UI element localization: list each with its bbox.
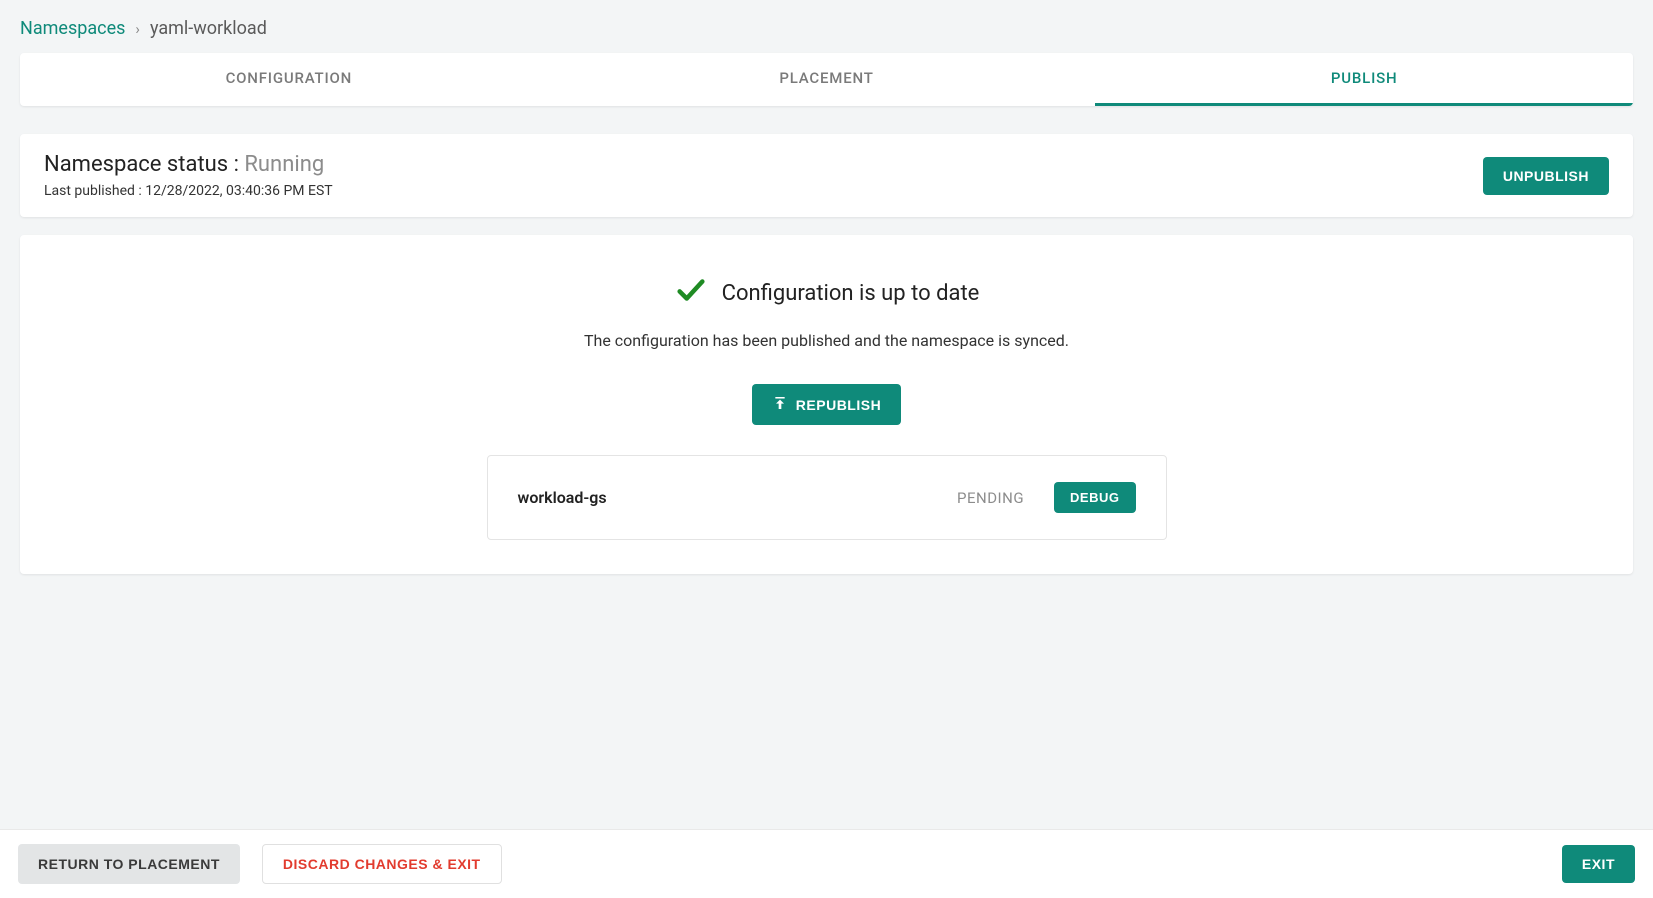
last-published-value: 12/28/2022, 03:40:36 PM EST: [145, 183, 332, 199]
upload-icon: [772, 395, 788, 414]
tab-publish[interactable]: PUBLISH: [1095, 53, 1633, 106]
namespace-status-value: Running: [244, 152, 324, 177]
footer: RETURN TO PLACEMENT DISCARD CHANGES & EX…: [0, 829, 1653, 898]
check-icon: [674, 273, 708, 313]
unpublish-button[interactable]: UNPUBLISH: [1483, 157, 1609, 195]
breadcrumb-current: yaml-workload: [150, 18, 267, 39]
config-description: The configuration has been published and…: [44, 331, 1609, 350]
republish-label: REPUBLISH: [796, 397, 881, 413]
exit-button[interactable]: EXIT: [1562, 845, 1635, 883]
return-to-placement-button[interactable]: RETURN TO PLACEMENT: [18, 844, 240, 884]
namespace-status-title: Namespace status : Running: [44, 152, 333, 177]
main-card: Configuration is up to date The configur…: [20, 235, 1633, 574]
breadcrumb-root-link[interactable]: Namespaces: [20, 18, 125, 39]
tab-placement[interactable]: PLACEMENT: [558, 53, 1096, 106]
discard-changes-exit-button[interactable]: DISCARD CHANGES & EXIT: [262, 844, 502, 884]
tab-configuration[interactable]: CONFIGURATION: [20, 53, 558, 106]
workload-item-row: workload-gs PENDING DEBUG: [487, 455, 1167, 540]
workload-status: PENDING: [957, 489, 1024, 507]
republish-button[interactable]: REPUBLISH: [752, 384, 901, 425]
tabs: CONFIGURATION PLACEMENT PUBLISH: [20, 53, 1633, 106]
last-published: Last published : 12/28/2022, 03:40:36 PM…: [44, 183, 333, 199]
workload-name: workload-gs: [518, 488, 607, 507]
config-heading-text: Configuration is up to date: [722, 281, 980, 306]
status-card: Namespace status : Running Last publishe…: [20, 134, 1633, 217]
debug-button[interactable]: DEBUG: [1054, 482, 1135, 513]
config-heading: Configuration is up to date: [674, 273, 980, 313]
last-published-label: Last published :: [44, 183, 145, 199]
breadcrumb: Namespaces › yaml-workload: [20, 10, 1633, 53]
namespace-status-label: Namespace status :: [44, 152, 244, 177]
breadcrumb-separator: ›: [135, 20, 140, 38]
